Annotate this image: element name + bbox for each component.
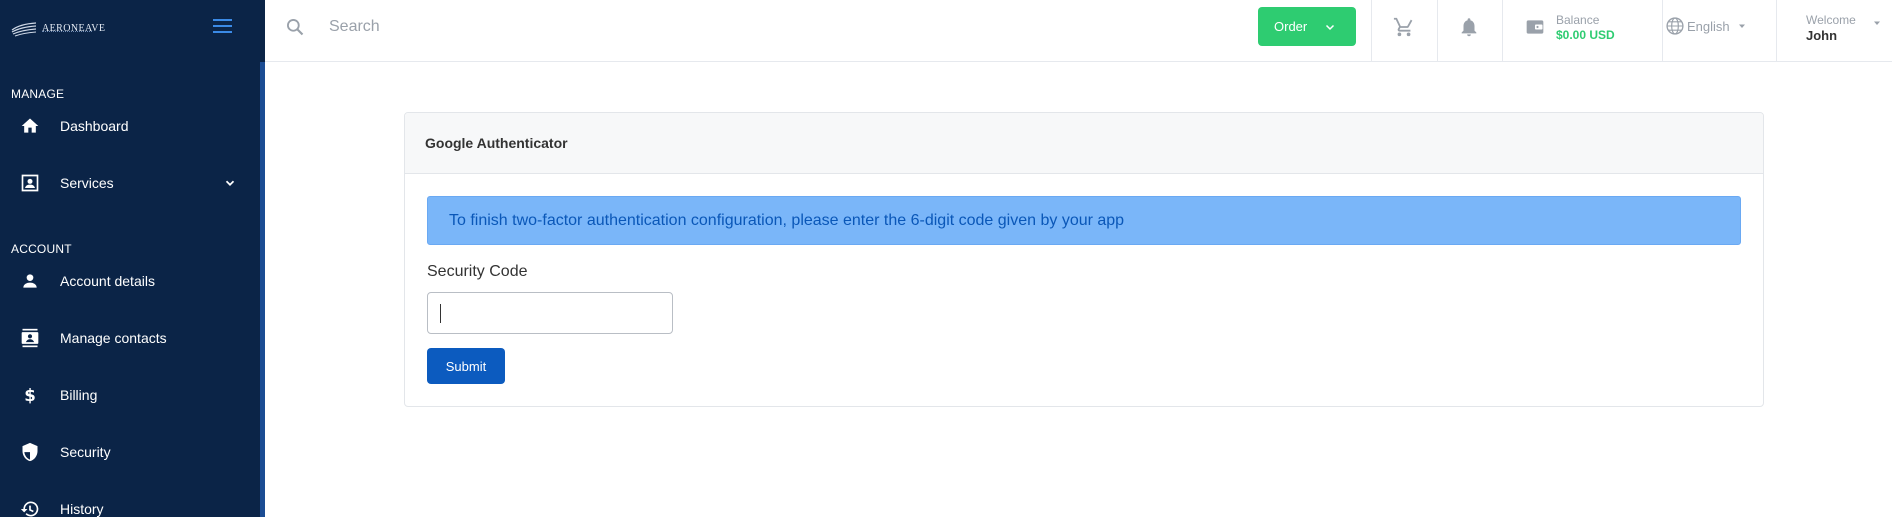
language-label: English: [1687, 18, 1730, 34]
top-bar: Order Balance $0.00 USD English Welcome …: [265, 0, 1892, 62]
sidebar-item-dashboard[interactable]: Dashboard: [0, 106, 260, 146]
divider: [1776, 0, 1777, 62]
home-icon: [20, 116, 40, 136]
text-cursor: [440, 304, 441, 323]
info-alert: To finish two-factor authentication conf…: [427, 196, 1741, 245]
sidebar-item-history[interactable]: History: [0, 489, 260, 529]
search-input[interactable]: [329, 14, 929, 40]
order-button-label: Order: [1274, 19, 1308, 34]
alert-text: To finish two-factor authentication conf…: [449, 212, 1125, 229]
caret-down-icon: [1738, 24, 1745, 28]
dollar-icon: $: [20, 385, 40, 405]
menu-toggle-icon[interactable]: [213, 19, 232, 33]
card-header: Google Authenticator: [405, 113, 1763, 174]
brand-logo[interactable]: AERONEAVE: [10, 18, 105, 38]
caret-down-icon: [1874, 21, 1880, 25]
sidebar-item-manage-contacts[interactable]: Manage contacts: [0, 318, 260, 358]
svg-text:$: $: [24, 386, 36, 405]
sidebar: AERONEAVE MANAGE Dashboard Services ACCO…: [0, 0, 265, 517]
search-icon: [287, 19, 304, 36]
welcome-caption: Welcome: [1806, 13, 1856, 27]
balance-display[interactable]: Balance $0.00 USD: [1556, 13, 1615, 42]
divider: [1437, 0, 1438, 62]
globe-icon: [1666, 17, 1684, 35]
sidebar-item-services[interactable]: Services: [0, 163, 260, 203]
section-label-manage: MANAGE: [11, 87, 65, 101]
brand-tagline-line: [42, 31, 92, 34]
services-icon: [20, 173, 40, 193]
sidebar-item-label: Billing: [60, 387, 98, 403]
balance-caption: Balance: [1556, 13, 1600, 27]
submit-button[interactable]: Submit: [427, 348, 505, 384]
sidebar-item-label: Security: [60, 444, 111, 460]
language-selector[interactable]: English: [1665, 16, 1748, 36]
sidebar-item-label: Account details: [60, 273, 155, 289]
shield-icon: [20, 442, 40, 462]
divider: [1371, 0, 1372, 62]
balance-value: $0.00 USD: [1556, 28, 1615, 42]
history-icon: [20, 499, 40, 519]
contacts-icon: [20, 328, 40, 348]
cart-icon[interactable]: [1393, 16, 1415, 38]
sidebar-item-label: Dashboard: [60, 118, 129, 134]
chevron-down-icon: [1325, 24, 1335, 31]
person-icon: [20, 271, 40, 291]
security-code-label: Security Code: [427, 263, 528, 280]
section-label-account: ACCOUNT: [11, 242, 72, 256]
sidebar-item-security[interactable]: Security: [0, 432, 260, 472]
card-title: Google Authenticator: [425, 135, 568, 151]
sidebar-item-account-details[interactable]: Account details: [0, 261, 260, 301]
sidebar-item-label: Manage contacts: [60, 330, 167, 346]
user-menu[interactable]: Welcome John: [1806, 13, 1880, 43]
wallet-icon: [1526, 20, 1544, 34]
wing-logo-icon: [11, 22, 37, 37]
sidebar-item-label: History: [60, 501, 104, 517]
sidebar-item-label: Services: [60, 175, 114, 191]
google-authenticator-card: Google Authenticator To finish two-facto…: [404, 112, 1764, 407]
sidebar-item-billing[interactable]: $ Billing: [0, 375, 260, 415]
bell-icon[interactable]: [1458, 16, 1480, 38]
chevron-down-icon[interactable]: [223, 176, 237, 190]
divider: [1502, 0, 1503, 62]
order-button[interactable]: Order: [1258, 7, 1356, 46]
security-code-input[interactable]: [427, 292, 673, 334]
user-name: John: [1806, 28, 1838, 43]
divider: [1662, 0, 1663, 62]
